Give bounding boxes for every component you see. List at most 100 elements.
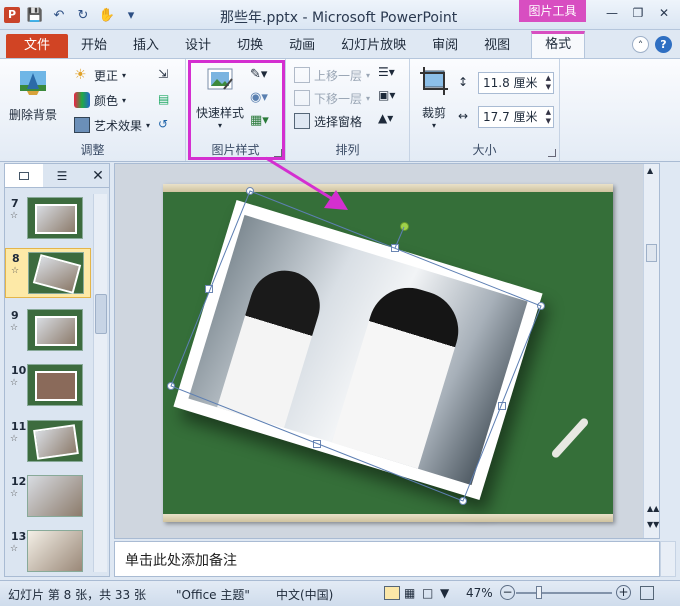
language-indicator[interactable]: 中文(中国) — [276, 586, 333, 603]
reading-view-icon[interactable]: □ — [422, 586, 433, 600]
slides-scroll-thumb[interactable] — [95, 294, 107, 334]
window-controls: — ❐ ✕ — [600, 4, 676, 22]
rotate-icon[interactable]: ▲▾ — [378, 111, 393, 125]
picture-effects-icon[interactable]: ◉▾ — [250, 90, 268, 105]
tab-file[interactable]: 文件 — [6, 34, 69, 58]
width-input[interactable]: 17.7 厘米 ▲ ▼ — [478, 106, 554, 128]
slide-preview — [27, 420, 83, 462]
normal-view-icon[interactable] — [384, 586, 400, 600]
minimize-icon[interactable]: — — [600, 4, 624, 22]
undo-icon[interactable]: ↶ — [50, 6, 68, 24]
width-spinner-icon[interactable]: ▲ ▼ — [546, 108, 551, 126]
tab-format[interactable]: 格式 — [531, 31, 586, 58]
crop-button[interactable]: 裁剪 ▾ — [416, 65, 452, 130]
slide-number: 12 — [11, 475, 27, 488]
send-backward-button[interactable]: 下移一层 ▾ — [294, 88, 370, 108]
slide-sorter-icon[interactable]: ▦ — [404, 586, 415, 600]
selected-picture[interactable] — [173, 199, 543, 501]
corrections-button[interactable]: ☀ 更正 ▾ — [74, 65, 126, 85]
crop-label: 裁剪 — [421, 106, 446, 120]
zoom-slider[interactable] — [516, 592, 612, 594]
close-icon[interactable]: ✕ — [652, 4, 676, 22]
fit-to-window-icon[interactable] — [640, 586, 654, 600]
slide-preview — [27, 197, 83, 239]
slide-thumbnail[interactable]: 13 ☆ — [5, 527, 91, 577]
tab-slideshow[interactable]: 幻灯片放映 — [328, 34, 419, 58]
tab-view[interactable]: 视图 — [471, 34, 523, 58]
picture-border-icon[interactable]: ✎▾ — [250, 67, 267, 82]
zoom-in-icon[interactable]: + — [616, 585, 631, 600]
next-slide-icon[interactable]: ▼▼ — [647, 520, 659, 529]
close-panel-icon[interactable]: ✕ — [87, 164, 109, 187]
notes-scrollbar[interactable] — [660, 541, 676, 577]
sun-icon: ☀ — [74, 67, 87, 83]
resize-handle-bottom-right[interactable] — [459, 497, 467, 505]
notes-pane[interactable]: 单击此处添加备注 — [114, 541, 660, 577]
tab-transitions[interactable]: 切换 — [224, 34, 276, 58]
size-launcher-icon[interactable] — [548, 149, 556, 157]
collapse-ribbon-icon[interactable]: ˄ — [632, 36, 649, 53]
tab-slides-thumbnails[interactable] — [5, 164, 43, 187]
tab-animations[interactable]: 动画 — [276, 34, 328, 58]
slide-thumbnail[interactable]: 11 ☆ — [5, 417, 91, 467]
zoom-level[interactable]: 47% — [466, 586, 493, 600]
save-icon[interactable]: 💾 — [26, 6, 44, 24]
resize-handle-bottom-left[interactable] — [167, 382, 175, 390]
customize-toolbar-icon[interactable]: ▾ — [122, 6, 140, 24]
tab-insert[interactable]: 插入 — [120, 34, 172, 58]
slide-thumbnail[interactable]: 12 ☆ — [5, 472, 91, 522]
color-button[interactable]: 颜色 ▾ — [74, 90, 126, 110]
tab-design[interactable]: 设计 — [172, 34, 224, 58]
group-objects-icon[interactable]: ▣▾ — [378, 88, 395, 102]
height-input[interactable]: 11.8 厘米 ▲ ▼ — [478, 72, 554, 94]
quick-styles-label: 快速样式 — [195, 106, 244, 120]
quick-styles-dropdown-icon: ▾ — [217, 121, 222, 130]
notes-placeholder: 单击此处添加备注 — [125, 553, 237, 569]
group-size: 裁剪 ▾ ↕ 11.8 厘米 ▲ ▼ ↔ 17.7 厘米 ▲ ▼ 大小 — [410, 59, 560, 161]
canvas-scroll-thumb[interactable] — [646, 244, 657, 262]
selection-pane-button[interactable]: 选择窗格 — [294, 111, 362, 131]
tab-review[interactable]: 审阅 — [419, 34, 471, 58]
change-picture-icon[interactable]: ▤ — [158, 92, 169, 106]
resize-handle-right[interactable] — [498, 402, 506, 410]
artistic-effects-button[interactable]: 艺术效果 ▾ — [74, 115, 150, 135]
redo-icon[interactable]: ↻ — [74, 6, 92, 24]
send-backward-icon — [294, 90, 310, 106]
theme-name[interactable]: "Office 主题" — [176, 586, 250, 603]
help-icon[interactable]: ? — [655, 36, 672, 53]
remove-background-button[interactable]: 删除背景 — [6, 67, 60, 123]
slide-number: 8 — [12, 252, 20, 265]
slideshow-view-icon[interactable]: ▼ — [440, 586, 449, 600]
resize-handle-top-left[interactable] — [246, 187, 254, 195]
tab-home[interactable]: 开始 — [68, 34, 120, 58]
slide-thumbnail-selected[interactable]: 8 ☆ — [5, 248, 91, 298]
scroll-up-icon[interactable]: ▲ — [647, 166, 653, 175]
powerpoint-app-icon[interactable]: P — [4, 7, 20, 23]
tab-outline[interactable]: ☰ — [43, 164, 81, 187]
current-slide[interactable] — [163, 184, 613, 522]
slide-preview — [27, 475, 83, 517]
resize-handle-top-right[interactable] — [537, 302, 545, 310]
zoom-out-icon[interactable]: − — [500, 585, 515, 600]
quick-styles-button[interactable]: 快速样式 ▾ — [192, 65, 248, 130]
resize-handle-left[interactable] — [205, 285, 213, 293]
bring-forward-button[interactable]: 上移一层 ▾ — [294, 65, 370, 85]
slide-thumbnail[interactable]: 10 ☆ — [5, 361, 91, 411]
resize-handle-top[interactable] — [391, 244, 399, 252]
align-icon[interactable]: ☰▾ — [378, 65, 395, 79]
height-spinner-icon[interactable]: ▲ ▼ — [546, 74, 551, 92]
restore-icon[interactable]: ❐ — [626, 4, 650, 22]
previous-slide-icon[interactable]: ▲▲ — [647, 504, 659, 513]
touch-mode-icon[interactable]: ✋ — [98, 6, 116, 24]
compress-pictures-icon[interactable]: ⇲ — [158, 67, 168, 81]
slide-thumbnail[interactable]: 9 ☆ — [5, 306, 91, 356]
rotation-handle[interactable] — [400, 222, 409, 231]
resize-handle-bottom[interactable] — [313, 440, 321, 448]
ribbon: 删除背景 ☀ 更正 ▾ 颜色 ▾ 艺术效果 ▾ ⇲ ▤ ↺ 调整 快速样式 ▾ … — [0, 58, 680, 162]
zoom-slider-knob[interactable] — [536, 586, 542, 599]
picture-layout-icon[interactable]: ▦▾ — [250, 113, 269, 128]
reset-picture-icon[interactable]: ↺ — [158, 117, 168, 131]
slides-scrollbar[interactable] — [93, 194, 107, 572]
canvas-scrollbar[interactable]: ▲ ▲▲ ▼▼ — [643, 164, 659, 538]
slide-thumbnail[interactable]: 7 ☆ — [5, 194, 91, 244]
